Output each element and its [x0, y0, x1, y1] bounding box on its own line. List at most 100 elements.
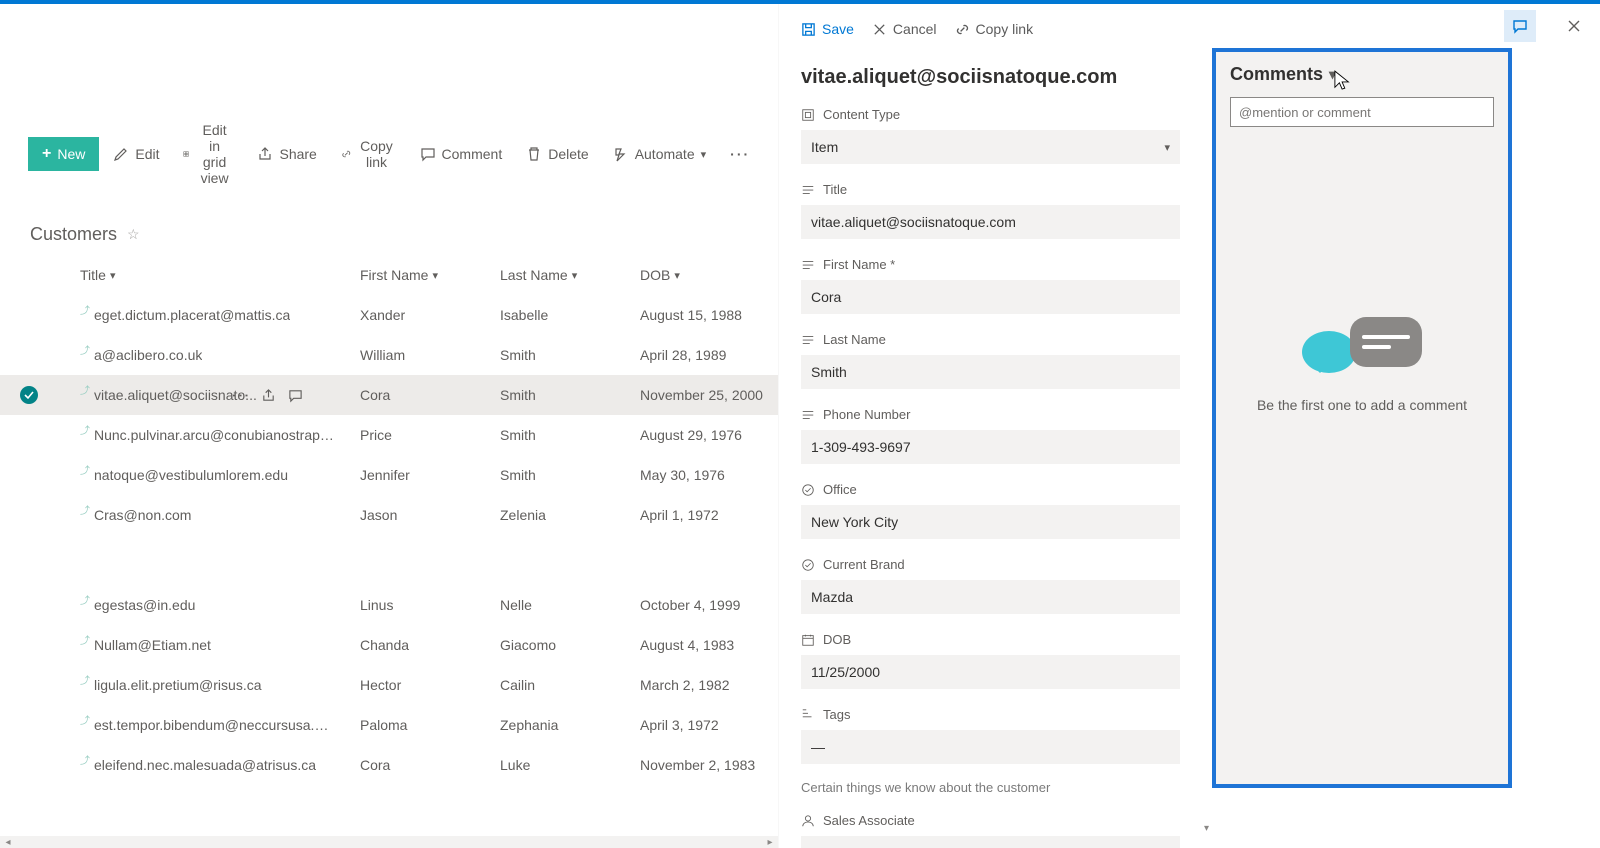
save-icon [801, 22, 816, 37]
chevron-down-icon: ▾ [572, 269, 578, 282]
field-sales-associate[interactable]: Enter a name or email address [801, 836, 1180, 848]
field-tags[interactable]: — [801, 730, 1180, 764]
automate-button[interactable]: Automate ▾ [603, 140, 716, 168]
comments-illustration [1302, 317, 1422, 377]
row-first-name: Price [360, 427, 500, 443]
field-office[interactable]: New York City [801, 505, 1180, 539]
favorite-star-icon[interactable]: ☆ [127, 226, 140, 243]
comments-header[interactable]: Comments ▾ [1230, 64, 1494, 85]
comment-button[interactable]: Comment [410, 140, 513, 168]
field-dob[interactable]: 11/25/2000 [801, 655, 1180, 689]
horizontal-scrollbar[interactable]: ◂ ▸ [0, 836, 778, 848]
copy-link-button[interactable]: Copy link [955, 21, 1034, 37]
list-title: Customers [30, 224, 117, 245]
row-dob: August 4, 1983 [640, 637, 800, 653]
panel-toolbar: Save Cancel Copy link [801, 4, 1210, 48]
edit-grid-button[interactable]: Edit in grid view [173, 116, 243, 192]
row-last-name: Cailin [500, 677, 640, 693]
comment-icon[interactable] [288, 388, 303, 403]
unique-permissions-icon: ⤴ [80, 302, 90, 317]
chevron-down-icon: ▾ [432, 269, 438, 282]
comments-pane: Comments ▾ @mention or comment Be the fi… [1212, 48, 1512, 788]
share-button[interactable]: Share [247, 140, 326, 168]
tags-icon [801, 708, 815, 722]
cancel-label: Cancel [893, 21, 937, 37]
new-button[interactable]: + New [28, 137, 99, 171]
table-row[interactable]: ⤴Cras@non.comJasonZeleniaApril 1, 1972 [0, 495, 778, 535]
unique-permissions-icon: ⤴ [80, 462, 90, 477]
row-first-name: William [360, 347, 500, 363]
comments-empty-state: Be the first one to add a comment [1230, 317, 1494, 413]
unique-permissions-icon: ⤴ [80, 382, 90, 397]
column-last-name[interactable]: Last Name▾ [500, 267, 640, 283]
row-last-name: Smith [500, 387, 640, 403]
row-title: eget.dictum.placerat@mattis.ca [94, 307, 290, 323]
share-icon[interactable] [261, 388, 276, 403]
list-region: + New Edit Edit in grid view Share Copy … [0, 4, 778, 848]
field-label-phone: Phone Number [801, 407, 1180, 422]
column-first-name[interactable]: First Name▾ [360, 267, 500, 283]
row-first-name: Chanda [360, 637, 500, 653]
scroll-down-icon[interactable]: ▾ [1204, 823, 1209, 834]
chevron-down-icon: ▾ [701, 148, 707, 161]
cancel-button[interactable]: Cancel [872, 21, 937, 37]
edit-label: Edit [135, 146, 159, 162]
field-phone[interactable]: 1-309-493-9697 [801, 430, 1180, 464]
row-dob: April 3, 1972 [640, 717, 800, 733]
edit-button[interactable]: Edit [103, 140, 169, 168]
delete-button[interactable]: Delete [516, 140, 598, 168]
chevron-down-icon: ▾ [1164, 141, 1170, 154]
comment-input[interactable]: @mention or comment [1230, 97, 1494, 127]
column-title[interactable]: Title▾ [80, 267, 360, 283]
overflow-button[interactable]: ··· [720, 140, 760, 168]
row-dob: May 30, 1976 [640, 467, 800, 483]
delete-label: Delete [548, 146, 588, 162]
automate-label: Automate [635, 146, 695, 162]
field-label-sales-associate: Sales Associate [801, 813, 1180, 828]
table-row[interactable]: ⤴vitae.aliquet@sociisnato...⋮CoraSmithNo… [0, 375, 778, 415]
unique-permissions-icon: ⤴ [80, 502, 90, 517]
close-icon [1566, 18, 1582, 34]
table-row[interactable]: ⤴Nullam@Etiam.netChandaGiacomoAugust 4, … [0, 625, 778, 665]
row-dob: August 29, 1976 [640, 427, 800, 443]
column-dob[interactable]: DOB▾ [640, 267, 800, 283]
field-first-name[interactable]: Cora [801, 280, 1180, 314]
save-label: Save [822, 21, 854, 37]
row-title: eleifend.nec.malesuada@atrisus.ca [94, 757, 316, 773]
field-brand[interactable]: Mazda [801, 580, 1180, 614]
field-label-title: Title [801, 182, 1180, 197]
field-last-name[interactable]: Smith [801, 355, 1180, 389]
table-row[interactable]: ⤴a@aclibero.co.ukWilliamSmithApril 28, 1… [0, 335, 778, 375]
scroll-left-icon[interactable]: ◂ [0, 836, 16, 848]
table-row[interactable]: ⤴ligula.elit.pretium@risus.caHectorCaili… [0, 665, 778, 705]
unique-permissions-icon: ⤴ [80, 632, 90, 647]
item-detail-panel: Save Cancel Copy link vitae.aliquet@soci… [778, 4, 1210, 848]
row-last-name: Smith [500, 467, 640, 483]
copy-link-label: Copy link [357, 138, 395, 170]
field-title[interactable]: vitae.aliquet@sociisnatoque.com [801, 205, 1180, 239]
panel-corner-actions [1504, 10, 1590, 42]
text-icon [801, 258, 815, 272]
unique-permissions-icon: ⤴ [80, 672, 90, 687]
scroll-right-icon[interactable]: ▸ [762, 836, 778, 848]
row-menu-button[interactable]: ⋮ [232, 386, 247, 404]
table-row[interactable]: ⤴eget.dictum.placerat@mattis.caXanderIsa… [0, 295, 778, 335]
comment-label: Comment [442, 146, 503, 162]
copy-link-button[interactable]: Copy link [331, 132, 406, 176]
row-last-name: Isabelle [500, 307, 640, 323]
plus-icon: + [42, 145, 51, 163]
unique-permissions-icon: ⤴ [80, 342, 90, 357]
row-last-name: Giacomo [500, 637, 640, 653]
save-button[interactable]: Save [801, 21, 854, 37]
calendar-icon [801, 633, 815, 647]
table-row[interactable]: ⤴eleifend.nec.malesuada@atrisus.caCoraLu… [0, 745, 778, 785]
comments-empty-text: Be the first one to add a comment [1257, 397, 1467, 413]
field-label-brand: Current Brand [801, 557, 1180, 572]
table-row[interactable]: ⤴egestas@in.eduLinusNelleOctober 4, 1999 [0, 585, 778, 625]
comments-toggle-button[interactable] [1504, 10, 1536, 42]
table-row[interactable]: ⤴natoque@vestibulumlorem.eduJenniferSmit… [0, 455, 778, 495]
table-row[interactable]: ⤴est.tempor.bibendum@neccursusa.comPalom… [0, 705, 778, 745]
close-panel-button[interactable] [1558, 10, 1590, 42]
table-row[interactable]: ⤴Nunc.pulvinar.arcu@conubianostraper.edu… [0, 415, 778, 455]
field-content-type[interactable]: Item ▾ [801, 130, 1180, 164]
